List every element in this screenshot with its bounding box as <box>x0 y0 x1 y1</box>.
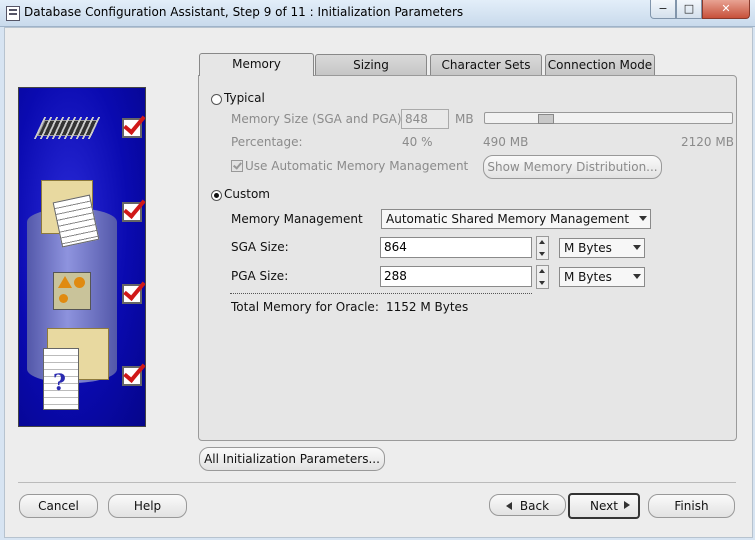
pga-unit-value: M Bytes <box>564 270 612 284</box>
next-label: Next <box>590 499 618 513</box>
minimize-button[interactable]: − <box>650 0 676 19</box>
arrow-right-icon <box>624 501 630 509</box>
close-button[interactable]: ✕ <box>702 0 750 19</box>
sga-unit-select[interactable]: M Bytes <box>559 238 645 258</box>
cancel-button[interactable]: Cancel <box>19 494 98 518</box>
shapes-icon <box>53 272 91 310</box>
step-check-icon <box>122 118 142 138</box>
sga-size-stepper[interactable] <box>536 236 549 260</box>
title-bar: Database Configuration Assistant, Step 9… <box>0 0 755 27</box>
memory-panel <box>198 75 737 441</box>
custom-label: Custom <box>224 187 270 201</box>
window-title: Database Configuration Assistant, Step 9… <box>24 5 464 19</box>
memory-chip-icon <box>37 120 99 136</box>
typical-radio[interactable] <box>211 94 222 105</box>
pga-size-label: PGA Size: <box>231 269 289 283</box>
sga-size-label: SGA Size: <box>231 240 289 254</box>
sga-unit-value: M Bytes <box>564 241 612 255</box>
divider <box>230 293 532 294</box>
all-initialization-parameters-button[interactable]: All Initialization Parameters... <box>199 447 385 471</box>
tab-connection-mode[interactable]: Connection Mode <box>545 54 655 75</box>
memory-management-value: Automatic Shared Memory Management <box>386 212 630 226</box>
memory-size-field[interactable]: 848 <box>401 109 449 129</box>
memory-management-select[interactable]: Automatic Shared Memory Management <box>381 209 651 229</box>
step-check-icon <box>122 202 142 222</box>
tab-memory[interactable]: Memory <box>199 53 314 76</box>
memory-size-label: Memory Size (SGA and PGA): <box>231 112 406 126</box>
custom-radio[interactable] <box>211 190 222 201</box>
wizard-illustration: ? <box>18 87 146 427</box>
slider-max-value: 2120 MB <box>681 135 734 149</box>
step-check-icon <box>122 366 142 386</box>
total-memory-label: Total Memory for Oracle: <box>231 300 379 314</box>
footer-divider <box>18 482 736 483</box>
amm-checkbox[interactable] <box>231 160 243 172</box>
arrow-left-icon <box>506 502 512 510</box>
pga-unit-select[interactable]: M Bytes <box>559 267 645 287</box>
slider-thumb[interactable] <box>538 114 554 124</box>
back-button[interactable]: Back <box>489 494 566 516</box>
next-button[interactable]: Next <box>568 493 640 519</box>
question-mark-icon: ? <box>53 370 66 396</box>
back-label: Back <box>519 499 550 513</box>
memory-management-label: Memory Management <box>231 212 363 226</box>
app-icon <box>6 6 20 21</box>
sga-size-input[interactable]: 864 <box>380 237 532 258</box>
tab-character-sets[interactable]: Character Sets <box>430 54 542 75</box>
amm-label: Use Automatic Memory Management <box>245 159 469 173</box>
typical-label: Typical <box>224 91 265 105</box>
pga-size-stepper[interactable] <box>536 265 549 289</box>
maximize-button[interactable]: □ <box>676 0 702 19</box>
memory-size-unit: MB <box>455 112 474 126</box>
percentage-label: Percentage: <box>231 135 303 149</box>
chevron-down-icon <box>639 216 647 221</box>
percentage-value: 40 % <box>402 135 433 149</box>
show-memory-distribution-button[interactable]: Show Memory Distribution... <box>483 155 662 179</box>
chevron-down-icon <box>633 245 641 250</box>
pga-size-input[interactable]: 288 <box>380 266 532 287</box>
total-memory-value: 1152 M Bytes <box>386 300 469 314</box>
chevron-down-icon <box>633 274 641 279</box>
step-check-icon <box>122 284 142 304</box>
tab-sizing[interactable]: Sizing <box>315 54 427 75</box>
finish-button[interactable]: Finish <box>648 494 735 518</box>
slider-current-value: 490 MB <box>483 135 529 149</box>
help-button[interactable]: Help <box>108 494 187 518</box>
memory-slider[interactable] <box>484 112 733 124</box>
